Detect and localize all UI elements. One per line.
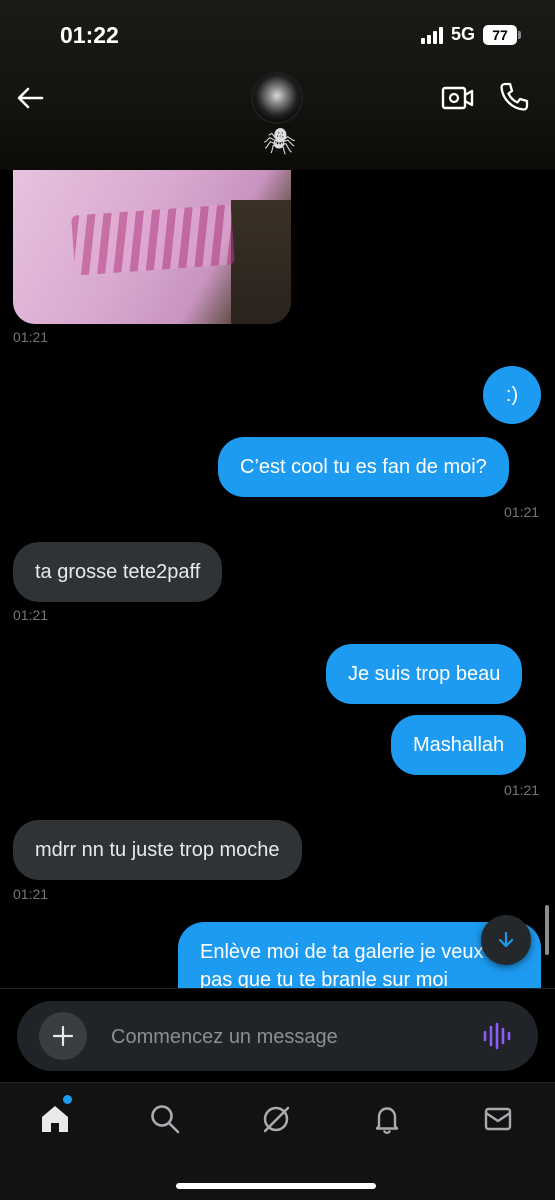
message-thread[interactable]: 01:21 :) C’est cool tu es fan de moi? 01… (0, 170, 555, 988)
video-call-button[interactable] (440, 82, 476, 114)
home-icon (42, 1106, 68, 1132)
tab-notifications[interactable] (369, 1101, 405, 1137)
envelope-icon (484, 1107, 512, 1131)
message-text-line: pas que tu te branle sur moi (200, 969, 448, 988)
composer (17, 1001, 538, 1071)
shared-image[interactable] (13, 170, 291, 324)
network-type: 5G (450, 24, 475, 44)
avatar[interactable] (251, 72, 303, 124)
arrow-left-icon (17, 87, 44, 109)
notification-dot (63, 1095, 72, 1104)
status-indicators: 5G 77 (420, 24, 521, 45)
composer-bar (0, 988, 555, 1082)
plus-icon (52, 1025, 74, 1047)
chat-header: 01:22 5G 77 🕷 (0, 0, 555, 170)
message-input[interactable] (111, 1024, 451, 1050)
video-camera-icon (441, 86, 474, 110)
battery-level: 77 (492, 26, 508, 43)
home-indicator[interactable] (176, 1183, 376, 1189)
tab-home[interactable] (37, 1101, 73, 1137)
tab-grok[interactable] (258, 1101, 294, 1137)
message-bubble[interactable]: ta grosse tete2paff (13, 542, 223, 602)
status-time: 01:22 (60, 22, 119, 48)
message-timestamp: 01:21 (504, 782, 540, 798)
message-timestamp: 01:21 (13, 607, 49, 623)
voice-message-button[interactable] (481, 1022, 513, 1050)
shirt-graphic (71, 204, 235, 276)
message-bubble[interactable]: C’est cool tu es fan de moi? (218, 437, 509, 497)
message-bubble[interactable]: Mashallah (391, 715, 527, 775)
bottom-tab-bar (0, 1082, 555, 1200)
battery-icon: 77 (483, 24, 521, 45)
message-timestamp: 01:21 (13, 886, 49, 902)
image-timestamp: 01:21 (13, 329, 49, 345)
audio-waveform-icon (483, 1022, 511, 1050)
message-bubble[interactable]: Je suis trop beau (326, 644, 523, 704)
scroll-to-bottom-button[interactable] (481, 915, 531, 965)
arrow-down-icon (498, 931, 514, 948)
search-icon (151, 1105, 180, 1134)
bell-icon (375, 1107, 399, 1134)
message-bubble[interactable]: mdrr nn tu juste trop moche (13, 820, 302, 880)
voice-call-button[interactable] (497, 80, 533, 116)
message-bubble[interactable]: :) (483, 366, 541, 424)
tab-search[interactable] (147, 1101, 183, 1137)
signal-icon (420, 26, 443, 44)
tab-messages[interactable] (480, 1101, 516, 1137)
add-attachment-button[interactable] (39, 1012, 87, 1060)
back-button[interactable] (12, 80, 48, 116)
scrollbar[interactable] (545, 905, 549, 955)
spider-emoji: 🕷 (263, 126, 297, 156)
message-timestamp: 01:21 (504, 504, 540, 520)
phone-icon (500, 82, 529, 111)
grok-icon (263, 1106, 290, 1133)
message-text-line: Enlève moi de ta galerie je veux (200, 941, 484, 963)
